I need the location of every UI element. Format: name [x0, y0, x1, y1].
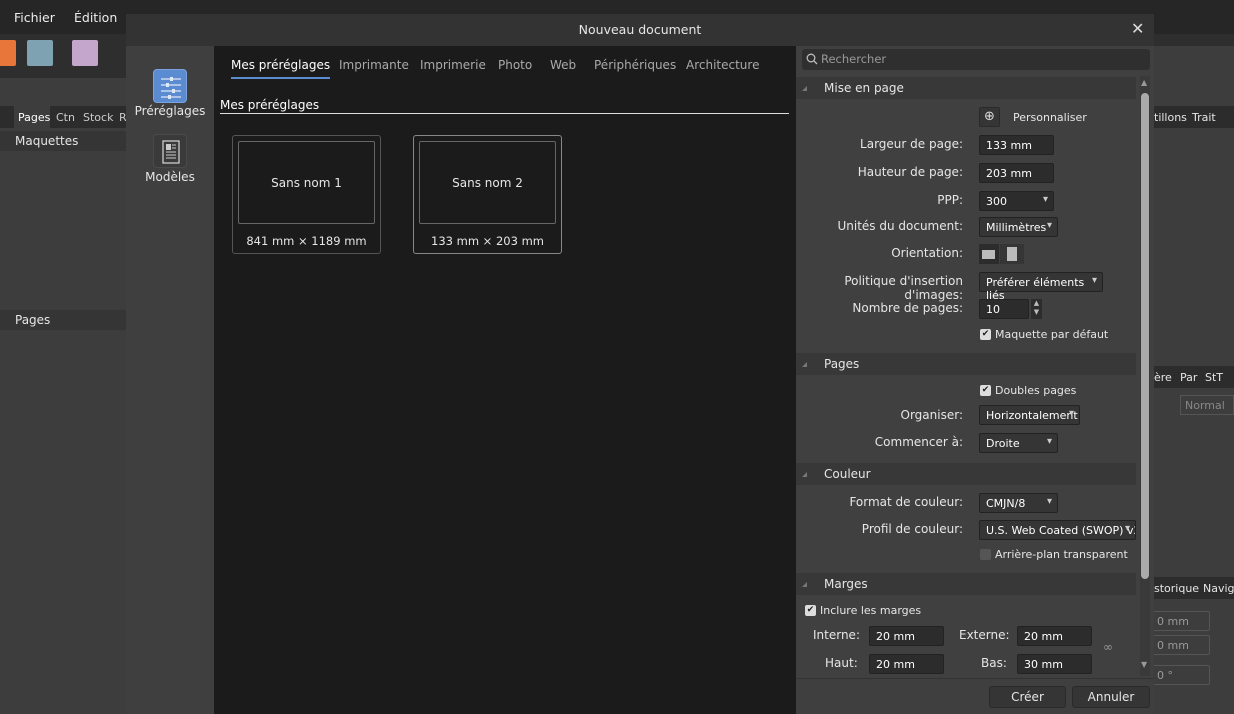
- create-button[interactable]: Créer: [989, 686, 1066, 708]
- facing-pages-label: Doubles pages: [995, 384, 1077, 397]
- pages-count-input[interactable]: 10: [979, 299, 1029, 319]
- close-icon[interactable]: ✕: [1131, 19, 1144, 38]
- rotation-field[interactable]: 0 °: [1150, 665, 1210, 685]
- tab-stock[interactable]: Stock: [83, 111, 113, 124]
- tab-architecture[interactable]: Architecture: [686, 58, 759, 72]
- presets-nav-button[interactable]: [153, 69, 187, 103]
- search-icon: [806, 53, 818, 65]
- tab-character[interactable]: ère: [1154, 371, 1172, 384]
- menu-fichier[interactable]: Fichier: [14, 10, 55, 25]
- pages-header[interactable]: Pages: [0, 310, 126, 330]
- dpi-combo[interactable]: 300: [979, 191, 1054, 211]
- tab-ctn[interactable]: Ctn: [56, 111, 75, 124]
- customize-label[interactable]: Personnaliser: [1013, 111, 1087, 124]
- x-field[interactable]: 0 mm: [1150, 611, 1210, 631]
- color-profile-select[interactable]: U.S. Web Coated (SWOP) v2: [979, 520, 1136, 540]
- facing-pages-checkbox[interactable]: ✔: [980, 385, 991, 396]
- tab-text-styles[interactable]: StT: [1205, 371, 1223, 384]
- tab-stroke[interactable]: Trait: [1192, 111, 1216, 124]
- margins-section-header[interactable]: Marges: [796, 573, 1136, 595]
- tab-navigator[interactable]: Naviga: [1203, 582, 1234, 595]
- preset-name: Sans nom 2: [419, 141, 556, 224]
- units-label: Unités du document:: [837, 219, 963, 233]
- tab-history[interactable]: storique: [1154, 582, 1199, 595]
- search-input[interactable]: Rechercher: [802, 49, 1150, 70]
- color-format-select[interactable]: CMJN/8: [979, 493, 1058, 513]
- pages-section-header[interactable]: Pages: [796, 353, 1136, 375]
- preset-card[interactable]: Sans nom 1 841 mm × 1189 mm: [232, 135, 381, 254]
- arrange-select[interactable]: Horizontalement: [979, 405, 1080, 425]
- page-width-input[interactable]: 133 mm: [979, 135, 1054, 155]
- menu-edition[interactable]: Édition: [74, 10, 117, 25]
- preset-name: Sans nom 1: [238, 141, 375, 224]
- transparent-bg-checkbox[interactable]: [980, 549, 991, 560]
- width-label: Largeur de page:: [860, 137, 963, 151]
- scroll-up-icon[interactable]: ▲: [1141, 78, 1147, 87]
- tab-devices[interactable]: Périphériques: [594, 58, 676, 72]
- dpi-label: PPP:: [937, 193, 963, 207]
- portrait-icon[interactable]: [1000, 244, 1024, 264]
- color-format-label: Format de couleur:: [849, 495, 963, 509]
- designer-persona-icon[interactable]: [27, 40, 53, 66]
- arrange-label: Organiser:: [900, 408, 963, 422]
- tab-web[interactable]: Web: [550, 58, 576, 72]
- section-title: Mes préréglages: [220, 98, 320, 112]
- outer-margin-label: Externe:: [959, 628, 1010, 642]
- preset-card[interactable]: Sans nom 2 133 mm × 203 mm: [413, 135, 562, 254]
- section-divider: [220, 113, 789, 114]
- scroll-down-icon[interactable]: ▼: [1141, 660, 1147, 669]
- tab-printer[interactable]: Imprimante: [339, 58, 409, 72]
- presets-nav-label[interactable]: Préréglages: [126, 104, 214, 118]
- default-master-checkbox[interactable]: ✔: [980, 329, 991, 340]
- include-margins-checkbox[interactable]: ✔: [805, 605, 816, 616]
- top-margin-input[interactable]: 20 mm: [869, 654, 944, 674]
- inner-margin-label: Interne:: [813, 628, 860, 642]
- scrollbar-thumb[interactable]: [1141, 93, 1149, 579]
- height-label: Hauteur de page:: [857, 165, 963, 179]
- pages-count-label: Nombre de pages:: [852, 301, 963, 315]
- sliders-icon: [161, 77, 181, 99]
- image-policy-label: Politique d'insertion d'images:: [844, 274, 963, 302]
- document-icon: [162, 140, 180, 164]
- image-policy-select[interactable]: Préférer éléments liés: [979, 272, 1103, 302]
- templates-nav-button[interactable]: [153, 134, 187, 168]
- landscape-icon[interactable]: [979, 244, 999, 264]
- start-select[interactable]: Droite: [979, 433, 1058, 453]
- pages-stepper[interactable]: ▲ ▼: [1031, 299, 1042, 319]
- page-height-input[interactable]: 203 mm: [979, 163, 1054, 183]
- top-margin-label: Haut:: [825, 656, 858, 670]
- bottom-margin-input[interactable]: 30 mm: [1017, 654, 1092, 674]
- dialog-title: Nouveau document: [126, 14, 1154, 46]
- photo-persona-icon[interactable]: [72, 40, 98, 66]
- tab-paragraph[interactable]: Par: [1180, 371, 1197, 384]
- units-select[interactable]: Millimètres: [979, 217, 1058, 237]
- default-master-label: Maquette par défaut: [995, 328, 1109, 341]
- left-panel: [0, 78, 126, 714]
- outer-margin-input[interactable]: 20 mm: [1017, 626, 1092, 646]
- transparent-bg-label: Arrière-plan transparent: [995, 548, 1128, 561]
- blend-mode-select[interactable]: Normal: [1180, 395, 1234, 415]
- bottom-margin-label: Bas:: [981, 656, 1007, 670]
- orientation-label: Orientation:: [891, 246, 963, 260]
- layout-section-header[interactable]: Mise en page: [796, 77, 1136, 99]
- preset-size: 841 mm × 1189 mm: [246, 234, 367, 248]
- cancel-button[interactable]: Annuler: [1072, 686, 1150, 708]
- tab-pages[interactable]: Pages: [18, 111, 50, 124]
- inner-margin-input[interactable]: 20 mm: [869, 626, 944, 646]
- color-section-header[interactable]: Couleur: [796, 463, 1136, 485]
- color-profile-label: Profil de couleur:: [861, 522, 963, 536]
- tab-press[interactable]: Imprimerie: [420, 58, 486, 72]
- plus-icon[interactable]: ⊕: [979, 107, 1000, 127]
- publisher-persona-icon[interactable]: [0, 40, 16, 66]
- templates-nav-label[interactable]: Modèles: [126, 170, 214, 184]
- link-chain-icon[interactable]: ∞: [1103, 640, 1113, 654]
- y-field[interactable]: 0 mm: [1150, 635, 1210, 655]
- include-margins-label: Inclure les marges: [820, 604, 922, 617]
- tab-swatches[interactable]: tillons: [1154, 111, 1187, 124]
- tab-my-presets[interactable]: Mes préréglages: [231, 58, 331, 79]
- tab-photo[interactable]: Photo: [498, 58, 532, 72]
- maquettes-header[interactable]: Maquettes: [0, 131, 126, 151]
- start-label: Commencer à:: [874, 435, 963, 449]
- preset-size: 133 mm × 203 mm: [431, 234, 544, 248]
